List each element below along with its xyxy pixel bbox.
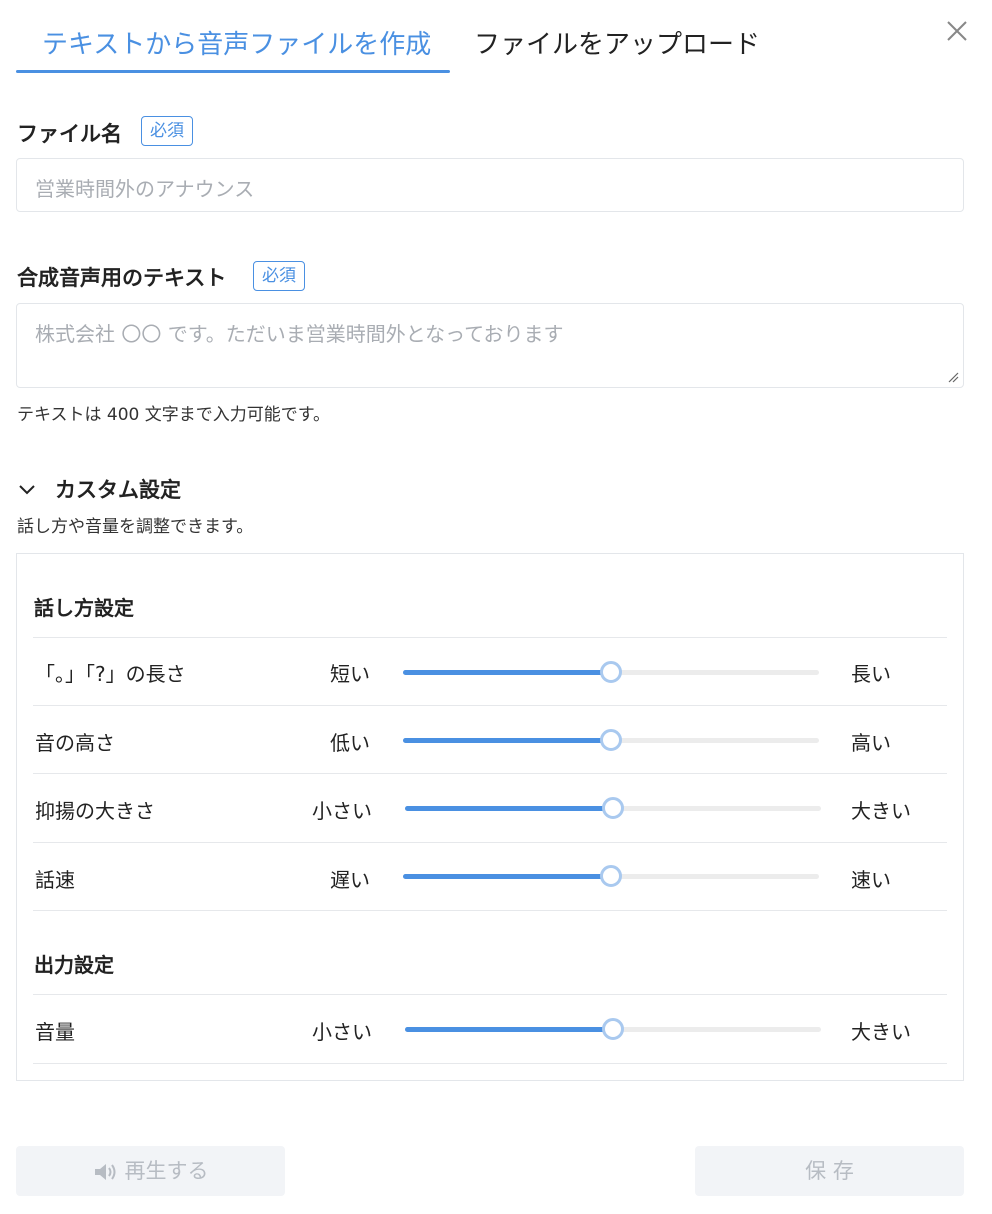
- play-button[interactable]: 再生する: [16, 1146, 285, 1196]
- speed-slider[interactable]: [403, 865, 819, 887]
- volume-slider[interactable]: [405, 1018, 821, 1040]
- slider-thumb[interactable]: [600, 865, 622, 887]
- play-button-label: 再生する: [124, 1159, 209, 1183]
- slider-fill: [405, 1027, 613, 1032]
- divider: [33, 910, 947, 911]
- intonation-slider[interactable]: [405, 797, 821, 819]
- tab-create-from-text[interactable]: テキストから音声ファイルを作成: [42, 28, 431, 62]
- intonation-max-label: 大きい: [851, 799, 911, 823]
- tab-bar: テキストから音声ファイルを作成 ファイルをアップロード: [16, 0, 976, 76]
- save-button-label: 保 存: [805, 1159, 854, 1183]
- resize-grip-icon[interactable]: [947, 371, 959, 383]
- divider: [33, 773, 947, 774]
- pitch-min-label: 低い: [330, 731, 370, 755]
- pitch-slider[interactable]: [403, 729, 819, 751]
- custom-settings-panel: 話し方設定 「。」「?」の長さ 短い 長い 音の高さ 低い 高い 抑揚の大きさ …: [16, 553, 964, 1081]
- intonation-min-label: 小さい: [312, 799, 372, 823]
- tts-text-required-badge: 必須: [253, 261, 305, 291]
- tab-upload-file[interactable]: ファイルをアップロード: [474, 28, 760, 62]
- slider-thumb[interactable]: [600, 661, 622, 683]
- volume-min-label: 小さい: [312, 1020, 372, 1044]
- filename-input[interactable]: 営業時間外のアナウンス: [16, 158, 964, 212]
- tts-text-label: 合成音声用のテキスト: [17, 266, 227, 290]
- slider-fill: [403, 738, 611, 743]
- custom-settings-description: 話し方や音量を調整できます。: [17, 517, 254, 537]
- tts-text-hint: テキストは 400 文字まで入力可能です。: [17, 405, 331, 425]
- volume-label: 音量: [35, 1020, 75, 1044]
- slider-thumb[interactable]: [600, 729, 622, 751]
- speed-min-label: 遅い: [330, 868, 370, 892]
- tts-text-textarea[interactable]: 株式会社 〇〇 です。ただいま営業時間外となっております: [16, 303, 964, 388]
- pause-length-max-label: 長い: [851, 662, 891, 686]
- speed-max-label: 速い: [851, 868, 891, 892]
- save-button[interactable]: 保 存: [695, 1146, 964, 1196]
- divider: [33, 1063, 947, 1064]
- custom-settings-title: カスタム設定: [55, 478, 181, 502]
- volume-max-label: 大きい: [851, 1020, 911, 1044]
- intonation-label: 抑揚の大きさ: [35, 799, 155, 823]
- pause-length-label: 「。」「?」の長さ: [35, 662, 186, 686]
- divider: [33, 637, 947, 638]
- active-tab-indicator: [16, 70, 450, 73]
- divider: [33, 705, 947, 706]
- chevron-down-icon: [19, 485, 35, 495]
- speed-label: 話速: [35, 868, 75, 892]
- filename-label: ファイル名: [17, 122, 122, 146]
- pause-length-min-label: 短い: [330, 662, 370, 686]
- pitch-max-label: 高い: [851, 731, 891, 755]
- slider-fill: [403, 874, 611, 879]
- divider: [33, 842, 947, 843]
- slider-fill: [403, 670, 611, 675]
- filename-required-badge: 必須: [141, 116, 193, 146]
- output-settings-title: 出力設定: [34, 953, 114, 977]
- slider-fill: [405, 806, 613, 811]
- speech-settings-title: 話し方設定: [34, 596, 134, 620]
- speaker-icon: [94, 1164, 115, 1180]
- divider: [33, 994, 947, 995]
- close-icon[interactable]: [940, 16, 974, 50]
- pitch-label: 音の高さ: [35, 731, 115, 755]
- filename-placeholder: 営業時間外のアナウンス: [35, 177, 255, 201]
- pause-length-slider[interactable]: [403, 661, 819, 683]
- tts-text-placeholder: 株式会社 〇〇 です。ただいま営業時間外となっております: [35, 322, 564, 346]
- slider-thumb[interactable]: [602, 797, 624, 819]
- slider-thumb[interactable]: [602, 1018, 624, 1040]
